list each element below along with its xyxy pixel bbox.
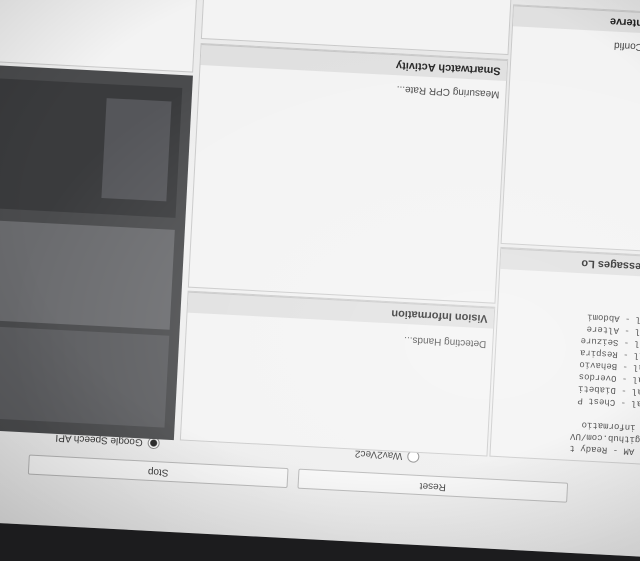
video-region xyxy=(0,325,170,428)
reset-button[interactable]: Reset xyxy=(297,468,569,503)
interventions-panel: (Intervention, Confid Suggested Interve xyxy=(500,4,640,255)
interventions-subtitle: (Intervention, Confid xyxy=(613,39,640,56)
video-region xyxy=(0,219,175,330)
vision-panel: Detecting Hands... Vision Information xyxy=(179,290,496,457)
empty-panel xyxy=(0,0,200,73)
smartwatch-panel: Measuring CPR Rate... Smartwatch Activit… xyxy=(187,42,509,304)
video-region xyxy=(101,98,172,202)
stop-button[interactable]: Stop xyxy=(27,454,289,489)
app-window: Reset Stop Wav2Vec2 Google Speech API 11… xyxy=(0,0,640,561)
video-feed xyxy=(0,64,193,441)
system-messages-panel: 11:45:13 AM - Ready t https://github.com… xyxy=(489,246,640,468)
system-messages-title: System Messages Lo xyxy=(500,247,640,280)
